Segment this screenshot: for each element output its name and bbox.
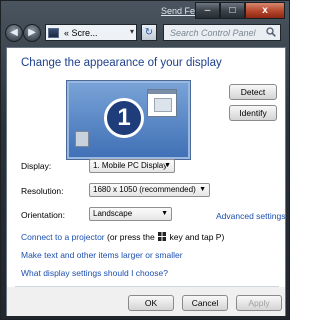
chevron-down-icon: ▼ — [199, 186, 206, 193]
forward-arrow-icon: ▶ — [28, 27, 36, 38]
refresh-button[interactable]: ↻ — [141, 24, 157, 41]
document-preview-icon — [75, 131, 89, 147]
search-icon[interactable] — [266, 27, 276, 37]
monitor-1[interactable]: 1 — [66, 80, 191, 160]
projector-row: Connect to a projector (or press the key… — [21, 232, 224, 242]
content-pane: Change the appearance of your display 1 … — [6, 47, 286, 316]
projector-hint-text: (or press the — [107, 232, 155, 242]
orientation-select[interactable]: Landscape ▼ — [89, 207, 172, 221]
text-size-link[interactable]: Make text and other items larger or smal… — [21, 250, 183, 260]
orientation-label: Orientation: — [21, 210, 65, 220]
display-help-link[interactable]: What display settings should I choose? — [21, 268, 168, 278]
monitor-number-badge: 1 — [104, 98, 144, 138]
orientation-select-value: Landscape — [93, 209, 133, 218]
back-button[interactable]: ◀ — [5, 24, 23, 42]
connect-projector-link[interactable]: Connect to a projector — [21, 232, 105, 242]
close-button[interactable]: x — [245, 2, 285, 19]
monitor-icon — [48, 27, 59, 38]
refresh-icon: ↻ — [144, 27, 154, 38]
forward-button[interactable]: ▶ — [23, 24, 41, 42]
chevron-down-icon: ▼ — [161, 210, 168, 217]
title-bar: Send Feedback – □ x ◀ ▶ « Scre... ▾ ↻ Se… — [1, 1, 291, 49]
display-select[interactable]: 1. Mobile PC Display ▼ — [89, 159, 175, 173]
resolution-select[interactable]: 1680 x 1050 (recommended) ▼ — [89, 183, 210, 197]
search-box[interactable]: Search Control Panel — [163, 24, 281, 41]
chevron-down-icon[interactable]: ▾ — [130, 27, 134, 36]
display-label: Display: — [21, 161, 52, 171]
apply-button[interactable]: Apply — [236, 295, 282, 311]
projector-hint-text-2: key and tap P) — [169, 232, 225, 242]
ok-button[interactable]: OK — [128, 295, 174, 311]
windows-logo-icon — [158, 232, 167, 241]
resolution-label: Resolution: — [21, 186, 64, 196]
caption-buttons: – □ x — [195, 2, 285, 19]
search-input[interactable]: Search Control Panel — [170, 28, 256, 38]
maximize-button[interactable]: □ — [220, 2, 245, 19]
window: Send Feedback – □ x ◀ ▶ « Scre... ▾ ↻ Se… — [0, 0, 290, 320]
advanced-settings-link[interactable]: Advanced settings — [216, 211, 285, 221]
minimize-button[interactable]: – — [195, 2, 220, 19]
resolution-select-value: 1680 x 1050 (recommended) — [93, 185, 196, 194]
identify-button[interactable]: Identify — [229, 105, 277, 121]
display-select-value: 1. Mobile PC Display — [93, 161, 168, 170]
window-preview-icon — [147, 89, 177, 117]
page-title: Change the appearance of your display — [21, 57, 222, 69]
detect-button[interactable]: Detect — [229, 84, 277, 100]
back-arrow-icon: ◀ — [10, 27, 18, 38]
cancel-button[interactable]: Cancel — [182, 295, 228, 311]
address-bar[interactable]: « Scre... ▾ — [45, 24, 137, 41]
chevron-down-icon: ▼ — [164, 162, 171, 169]
address-text: « Scre... — [64, 27, 98, 38]
